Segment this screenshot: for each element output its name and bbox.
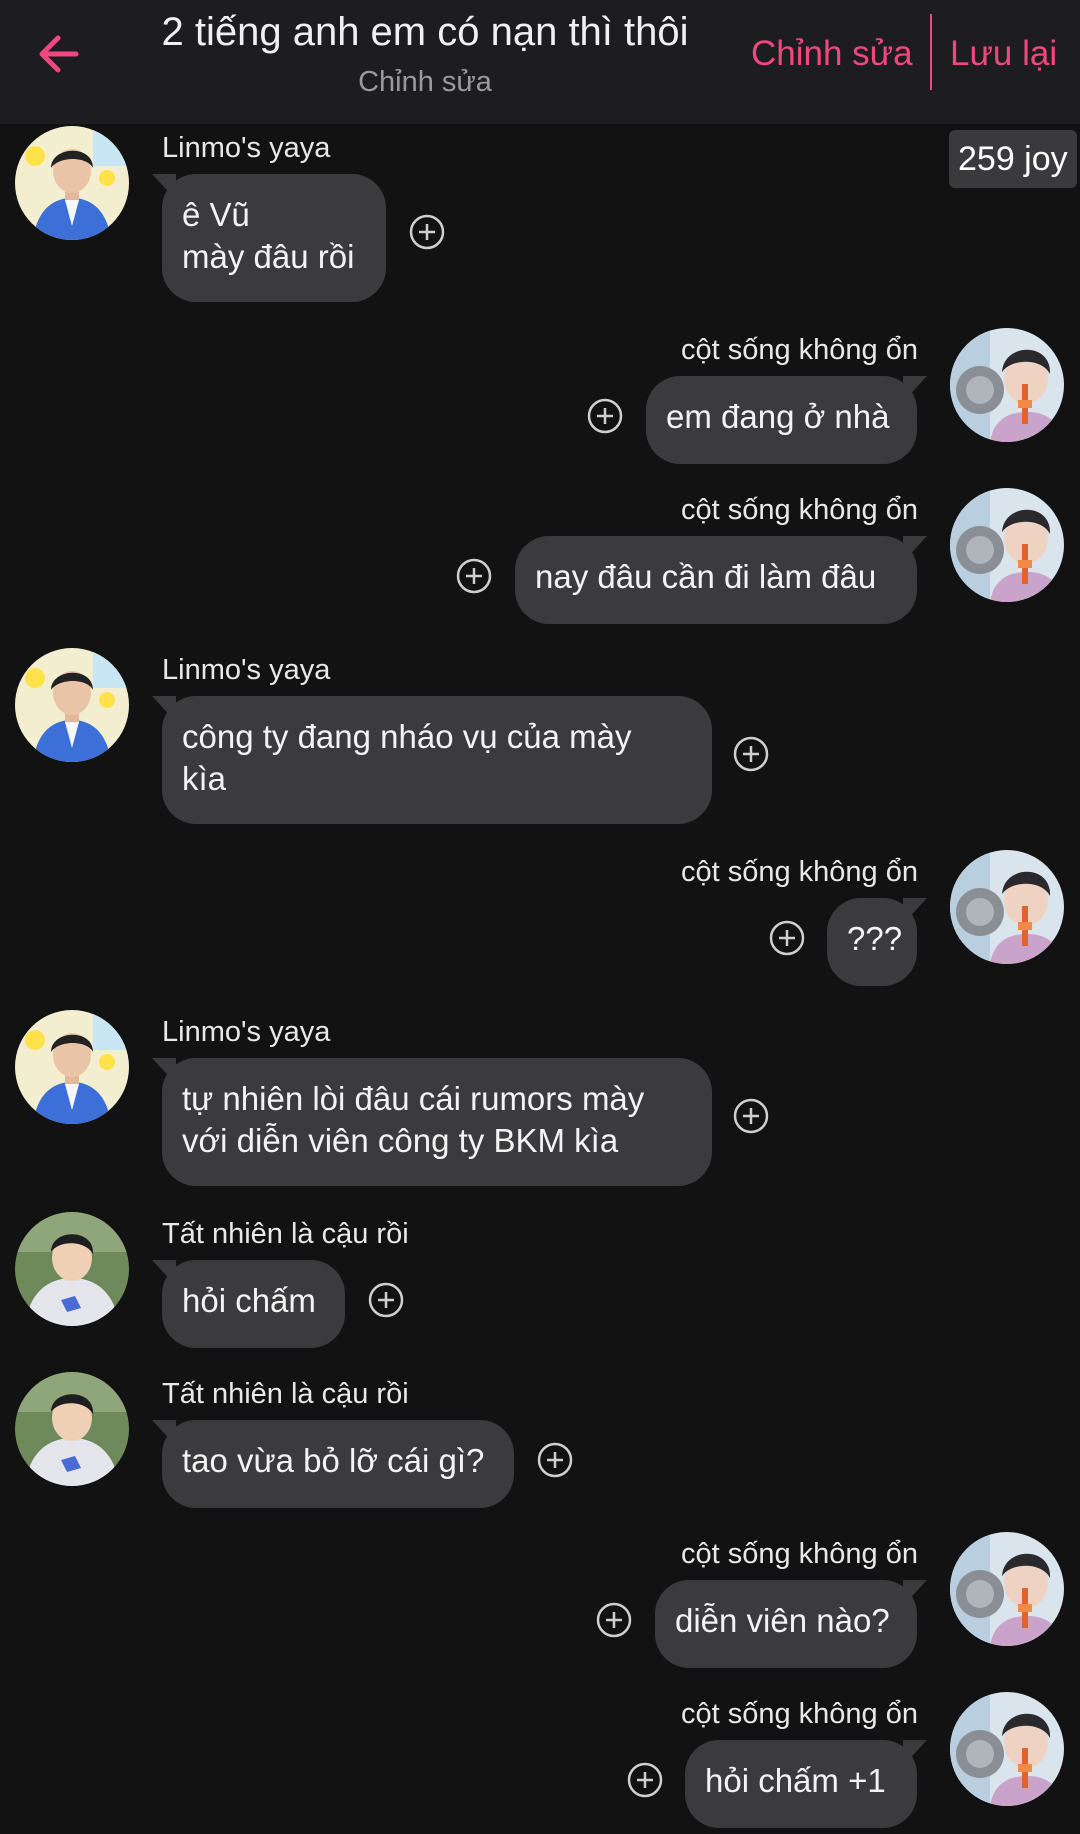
avatar[interactable] <box>15 648 129 762</box>
message-bubble[interactable]: diễn viên nào? <box>655 1580 917 1668</box>
add-reaction-button[interactable] <box>367 1281 405 1319</box>
plus-circle-icon <box>408 213 446 251</box>
message-bubble[interactable]: tao vừa bỏ lỡ cái gì? <box>162 1420 514 1508</box>
add-reaction-button[interactable] <box>732 735 770 773</box>
message-text: ??? <box>847 920 903 957</box>
message-bubble[interactable]: nay đâu cần đi làm đâu <box>515 536 917 624</box>
avatar[interactable] <box>950 328 1064 442</box>
top-bar: 2 tiếng anh em có nạn thì thôi Chỉnh sửa… <box>0 0 1080 124</box>
avatar[interactable] <box>950 1692 1064 1806</box>
message-text: với diễn viên công ty BKM kìa <box>182 1122 619 1159</box>
plus-circle-icon <box>732 1097 770 1135</box>
message-text: kìa <box>182 760 227 797</box>
sender-name: Linmo's yaya <box>162 654 331 686</box>
sender-name: Linmo's yaya <box>162 1016 331 1048</box>
sender-name: cột sống không ổn <box>680 334 918 366</box>
message-bubble[interactable]: ê Vũ mày đâu rồi <box>162 174 386 302</box>
message-text: hỏi chấm <box>182 1282 316 1319</box>
message-bubble[interactable]: hỏi chấm <box>162 1260 345 1348</box>
back-button[interactable] <box>28 24 88 84</box>
add-reaction-button[interactable] <box>626 1761 664 1799</box>
plus-circle-icon <box>536 1441 574 1479</box>
message-text: nay đâu cần đi làm đâu <box>535 558 877 595</box>
add-reaction-button[interactable] <box>408 213 446 251</box>
message-text: hỏi chấm +1 <box>705 1762 886 1799</box>
add-reaction-button[interactable] <box>536 1441 574 1479</box>
message-text: tao vừa bỏ lỡ cái gì? <box>182 1442 485 1479</box>
plus-circle-icon <box>768 919 806 957</box>
edit-button[interactable]: Chỉnh sửa <box>751 34 913 74</box>
avatar[interactable] <box>950 1532 1064 1646</box>
joy-count-badge: 259 joy <box>949 130 1077 188</box>
save-button[interactable]: Lưu lại <box>950 34 1057 74</box>
add-reaction-button[interactable] <box>586 397 624 435</box>
sender-name: Tất nhiên là cậu rồi <box>162 1218 409 1250</box>
add-reaction-button[interactable] <box>455 557 493 595</box>
message-bubble[interactable]: tự nhiên lòi đâu cái rumors mày với diễn… <box>162 1058 712 1186</box>
sender-name: cột sống không ổn <box>680 856 918 888</box>
add-reaction-button[interactable] <box>732 1097 770 1135</box>
message-text: diễn viên nào? <box>675 1602 890 1639</box>
avatar[interactable] <box>950 850 1064 964</box>
plus-circle-icon <box>586 397 624 435</box>
sender-name: Tất nhiên là cậu rồi <box>162 1378 409 1410</box>
avatar[interactable] <box>15 1212 129 1326</box>
plus-circle-icon <box>367 1281 405 1319</box>
message-text: ê Vũ <box>182 196 250 233</box>
arrow-left-icon <box>39 35 79 73</box>
plus-circle-icon <box>455 557 493 595</box>
message-bubble[interactable]: ??? <box>827 898 917 986</box>
header-divider <box>930 14 932 90</box>
sender-name: cột sống không ổn <box>680 1538 918 1570</box>
sender-name: cột sống không ổn <box>680 494 918 526</box>
message-bubble[interactable]: em đang ở nhà <box>646 376 917 464</box>
add-reaction-button[interactable] <box>595 1601 633 1639</box>
message-text: mày đâu rồi <box>182 238 355 275</box>
message-bubble[interactable]: hỏi chấm +1 <box>685 1740 917 1828</box>
message-text: tự nhiên lòi đâu cái rumors mày <box>182 1080 645 1117</box>
avatar[interactable] <box>15 1372 129 1486</box>
message-text: công ty đang nháo vụ của mày <box>182 718 632 755</box>
plus-circle-icon <box>595 1601 633 1639</box>
chat-title: 2 tiếng anh em có nạn thì thôi <box>161 10 689 54</box>
chat-subtitle: Chỉnh sửa <box>358 66 492 98</box>
message-bubble[interactable]: công ty đang nháo vụ của mày kìa <box>162 696 712 824</box>
message-text: em đang ở nhà <box>666 398 890 435</box>
plus-circle-icon <box>626 1761 664 1799</box>
sender-name: Linmo's yaya <box>162 132 331 164</box>
avatar[interactable] <box>950 488 1064 602</box>
sender-name: cột sống không ổn <box>680 1698 918 1730</box>
add-reaction-button[interactable] <box>768 919 806 957</box>
plus-circle-icon <box>732 735 770 773</box>
avatar[interactable] <box>15 1010 129 1124</box>
avatar[interactable] <box>15 126 129 240</box>
